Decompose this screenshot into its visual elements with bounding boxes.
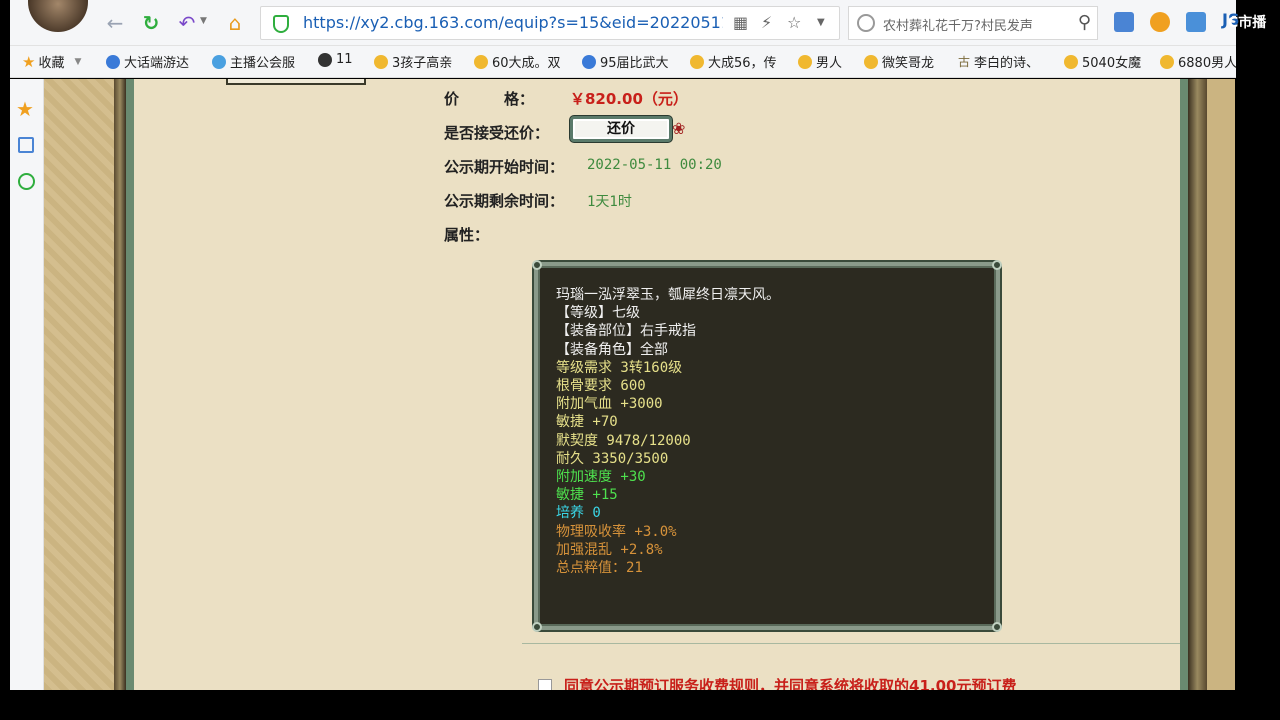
web-page: 价 格： ￥820.00（元） 是否接受还价： 还价 ❀ 公示期开始时间： 20… bbox=[44, 79, 1235, 690]
attribute-line: 【装备角色】全部 bbox=[556, 341, 668, 358]
attribute-line: 总点粹值：21 bbox=[556, 560, 643, 577]
bookmark-item[interactable]: 60大成。双 bbox=[474, 52, 561, 71]
attribute-line: 培养 0 bbox=[556, 505, 601, 522]
attribute-line: 敏捷 +15 bbox=[556, 487, 618, 504]
paw-icon bbox=[474, 54, 488, 69]
attributes-label: 属性： bbox=[444, 226, 490, 244]
star-icon[interactable]: ☆ bbox=[787, 13, 801, 32]
history-clock-icon[interactable] bbox=[18, 173, 35, 190]
divider bbox=[522, 643, 1235, 644]
attribute-line: 【等级】七级 bbox=[556, 305, 640, 322]
attribute-line: 耐久 3350/3500 bbox=[556, 450, 669, 467]
decorative-rail bbox=[1180, 79, 1188, 690]
extension-icon[interactable] bbox=[1114, 12, 1134, 32]
price-value: ￥820.00（元） bbox=[570, 90, 688, 108]
stream-overlay-label: C市播 bbox=[1228, 15, 1267, 31]
reading-list-icon[interactable] bbox=[18, 137, 34, 153]
favorites-star-icon[interactable]: ★ bbox=[16, 97, 34, 121]
reload-button[interactable]: ↻ bbox=[138, 10, 164, 36]
paw-icon bbox=[690, 54, 704, 69]
poem-icon: 古 bbox=[958, 55, 971, 69]
decorative-frame-left bbox=[44, 79, 122, 690]
bookmark-item[interactable]: 6880男人 bbox=[1160, 52, 1236, 71]
bookmark-item[interactable]: 主播公会服 bbox=[212, 52, 295, 71]
translate-icon[interactable] bbox=[1186, 12, 1206, 32]
listing-content: 价 格： ￥820.00（元） 是否接受还价： 还价 ❀ 公示期开始时间： 20… bbox=[134, 79, 1235, 690]
price-label: 价 格： bbox=[444, 90, 535, 108]
paw-icon bbox=[374, 54, 388, 69]
attribute-line: 根骨要求 600 bbox=[556, 378, 646, 395]
attributes-panel: 玛瑙一泓浮翠玉，瓠犀终日凛天风。 【等级】七级 【装备部位】右手戒指 【装备角色】全部… bbox=[532, 260, 1002, 632]
star-icon: ★ bbox=[22, 52, 36, 71]
attribute-line: 物理吸收率 +3.0% bbox=[556, 523, 677, 540]
grid-icon[interactable]: ▦ bbox=[733, 13, 748, 32]
attribute-line: 玛瑙一泓浮翠玉，瓠犀终日凛天风。 bbox=[556, 287, 780, 303]
chevron-down-icon[interactable]: ▼ bbox=[200, 16, 207, 26]
bird-icon bbox=[212, 54, 226, 69]
attribute-line: 附加速度 +30 bbox=[556, 469, 646, 486]
item-thumbnail bbox=[226, 79, 366, 85]
browser-icon bbox=[582, 54, 596, 69]
public-remaining-label: 公示期剩余时间： bbox=[444, 192, 565, 210]
search-engine-icon[interactable] bbox=[857, 14, 875, 32]
avatar[interactable] bbox=[28, 0, 88, 32]
attribute-line: 等级需求 3转160级 bbox=[556, 359, 683, 376]
chevron-down-icon[interactable]: ▼ bbox=[817, 17, 825, 28]
browser-icon bbox=[106, 54, 120, 69]
frame-corner bbox=[992, 622, 1002, 632]
back-button[interactable]: ← bbox=[102, 10, 128, 36]
paw-icon bbox=[864, 54, 878, 69]
bookmark-item[interactable]: 大成56，传 bbox=[690, 52, 777, 71]
attribute-line: 敏捷 +70 bbox=[556, 414, 618, 431]
shield-icon bbox=[273, 15, 289, 33]
bookmark-item[interactable]: 古李白的诗、 bbox=[958, 52, 1039, 71]
bookmark-item[interactable]: 95届比武大 bbox=[582, 52, 669, 71]
browser-toolbar: ← ↻ ↶ ▼ ⌂ https://xy2.cbg.163.com/equip?… bbox=[10, 0, 1239, 46]
bookmarks-bar: ★ 收藏 ▼ 大话端游达 主播公会服 11 3孩子高亲 60大成。双 95届比武大 … bbox=[10, 46, 1236, 78]
bargain-label: 是否接受还价： bbox=[444, 124, 550, 142]
bookmark-item[interactable]: ★ 收藏 ▼ bbox=[22, 52, 82, 72]
bookmark-item[interactable]: 微笑哥龙 bbox=[864, 52, 934, 71]
decorative-frame-right bbox=[1188, 79, 1235, 690]
bookmark-item[interactable]: 男人 bbox=[798, 52, 842, 71]
address-bar[interactable]: https://xy2.cbg.163.com/equip?s=15&eid=2… bbox=[260, 6, 840, 40]
decorative-rail bbox=[114, 79, 126, 690]
attribute-line: 附加气血 +3000 bbox=[556, 396, 663, 413]
image-icon bbox=[318, 52, 332, 67]
public-start-value: 2022-05-11 00:20 bbox=[587, 157, 722, 173]
undo-close-tab-button[interactable]: ↶ bbox=[174, 10, 200, 36]
home-button[interactable]: ⌂ bbox=[222, 10, 248, 36]
bookmark-item[interactable]: 3孩子高亲 bbox=[374, 52, 452, 71]
frame-corner bbox=[532, 622, 542, 632]
screen: ← ↻ ↶ ▼ ⌂ https://xy2.cbg.163.com/equip?… bbox=[0, 0, 1280, 720]
attribute-line: 加强混乱 +2.8% bbox=[556, 541, 663, 558]
paw-icon bbox=[798, 54, 812, 69]
browser-sidebar: ★ bbox=[10, 79, 44, 690]
attribute-line: 【装备部位】右手戒指 bbox=[556, 323, 696, 340]
agreement-checkbox[interactable] bbox=[538, 679, 552, 690]
public-start-label: 公示期开始时间： bbox=[444, 158, 565, 176]
search-icon[interactable]: ⚲ bbox=[1078, 12, 1091, 33]
ribbon-icon: ❀ bbox=[672, 119, 686, 138]
search-input[interactable]: 农村葬礼花千万?村民发声 bbox=[883, 15, 1033, 34]
paw-icon bbox=[1064, 54, 1078, 69]
key-icon[interactable] bbox=[1150, 12, 1170, 32]
frame-corner bbox=[532, 260, 542, 270]
bargain-button[interactable]: 还价 bbox=[570, 116, 672, 142]
url-text[interactable]: https://xy2.cbg.163.com/equip?s=15&eid=2… bbox=[303, 13, 723, 32]
bookmark-item[interactable]: 5040女魔 bbox=[1064, 52, 1141, 71]
search-box[interactable]: 农村葬礼花千万?村民发声 ⚲ bbox=[848, 6, 1098, 40]
decorative-rail bbox=[126, 79, 134, 690]
frame-corner bbox=[992, 260, 1002, 270]
lightning-icon[interactable]: ⚡ bbox=[761, 13, 772, 32]
paw-icon bbox=[1160, 54, 1174, 69]
agreement-text: 同意公示期预订服务收费规则，并同意系统将收取的41.00元预订费 bbox=[564, 677, 1017, 690]
attributes-list: 玛瑙一泓浮翠玉，瓠犀终日凛天风。 【等级】七级 【装备部位】右手戒指 【装备角色】全部… bbox=[556, 286, 780, 577]
bookmark-item[interactable]: 大话端游达 bbox=[106, 52, 189, 71]
bookmark-item[interactable]: 11 bbox=[318, 52, 353, 67]
chevron-down-icon: ▼ bbox=[74, 56, 82, 67]
public-remaining-value: 1天1时 bbox=[587, 194, 632, 210]
attribute-line: 默契度 9478/12000 bbox=[556, 432, 691, 449]
